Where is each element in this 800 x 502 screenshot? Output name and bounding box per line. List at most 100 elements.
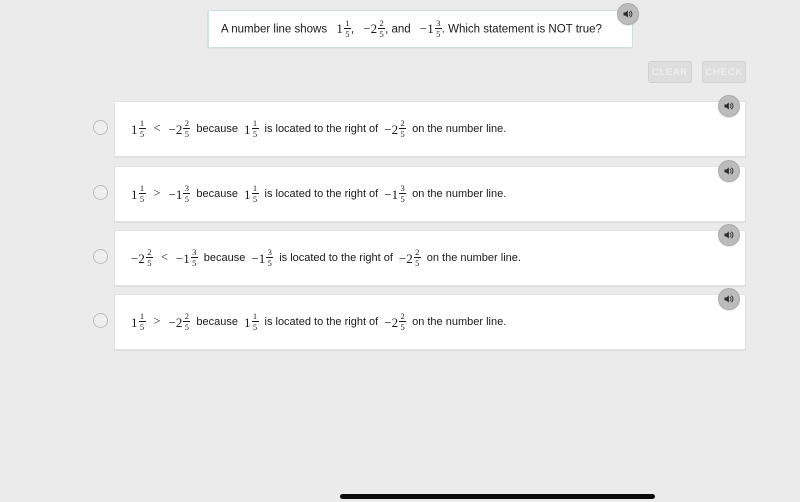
option-c-tail-text: on the number line.	[426, 251, 521, 264]
option-a-text: 1 1 5 < −2 2 5 because 1 1 5 is located …	[131, 118, 509, 139]
option-b-middle-text: is located to the right of	[264, 187, 379, 200]
numerator: 1	[139, 118, 145, 128]
fraction: 2 5	[183, 118, 191, 138]
option-d-object-number: −2 2 5	[384, 311, 407, 332]
question-suffix: . Which statement is NOT true?	[441, 23, 602, 36]
whole: 1	[175, 186, 183, 202]
question-number-3-fraction: 3 5	[434, 18, 442, 39]
fraction: 3 5	[183, 183, 191, 203]
answer-option-b[interactable]: 1 1 5 > −1 3 5 because 1 1 5 is located …	[88, 160, 748, 222]
fraction: 3 5	[266, 248, 274, 267]
fraction: 2 5	[183, 312, 191, 332]
option-card-d[interactable]: 1 1 5 > −2 2 5 because 1 1 5 is located …	[114, 294, 746, 350]
clear-button[interactable]: CLEAR	[648, 61, 692, 83]
speaker-icon-option-b[interactable]	[718, 160, 740, 182]
sign: −	[384, 121, 392, 137]
speaker-icon-option-c[interactable]	[718, 224, 740, 246]
sign: −	[175, 250, 184, 266]
whole: 1	[391, 186, 399, 202]
question-number-1: 1 1 5	[336, 19, 351, 39]
option-b-subject-number: 1 1 5	[244, 184, 259, 204]
denominator: 5	[379, 28, 384, 39]
radio-button-option-c[interactable]	[93, 249, 108, 264]
denominator: 5	[147, 257, 152, 268]
option-c-middle-text: is located to the right of	[279, 251, 393, 264]
fraction: 1 5	[251, 118, 259, 139]
whole: 1	[183, 250, 190, 266]
option-c-because: because	[203, 251, 246, 264]
question-number-1-whole: 1	[336, 20, 343, 36]
radio-button-option-b[interactable]	[93, 185, 108, 200]
sign: −	[168, 314, 176, 330]
whole: 2	[391, 121, 399, 137]
numerator: 3	[184, 183, 190, 193]
whole: 2	[406, 250, 413, 266]
speaker-icon-option-a[interactable]	[718, 95, 740, 117]
option-card-c[interactable]: −2 2 5 < −1 3 5 because − 1 3 5 is locat…	[114, 230, 746, 286]
fraction: 2 5	[399, 118, 407, 138]
horizontal-scrollbar-thumb[interactable]	[340, 494, 655, 499]
whole: 1	[244, 186, 251, 202]
denominator: 5	[400, 321, 405, 332]
sign: −	[384, 314, 392, 330]
numerator: 2	[400, 311, 405, 321]
sign: −	[398, 250, 407, 266]
option-card-b[interactable]: 1 1 5 > −1 3 5 because 1 1 5 is located …	[114, 166, 746, 222]
numerator: 2	[400, 118, 405, 128]
option-a-because: because	[196, 122, 238, 135]
fraction: 1 5	[138, 118, 146, 138]
option-b-text: 1 1 5 > −1 3 5 because 1 1 5 is located …	[131, 183, 509, 204]
option-card-a[interactable]: 1 1 5 < −2 2 5 because 1 1 5 is located …	[114, 101, 746, 157]
answer-option-d[interactable]: 1 1 5 > −2 2 5 because 1 1 5 is located …	[88, 288, 748, 350]
denominator: 5	[400, 193, 405, 204]
denominator: 5	[252, 128, 258, 139]
denominator: 5	[436, 28, 441, 39]
answer-option-a[interactable]: 1 1 5 < −2 2 5 because 1 1 5 is located …	[88, 95, 748, 157]
check-button[interactable]: CHECK	[702, 61, 746, 83]
question-separator-1: ,	[350, 23, 355, 36]
radio-button-option-a[interactable]	[93, 120, 108, 135]
option-a-object-number: −2 2 5	[384, 118, 407, 139]
question-number-2-sign: −	[363, 20, 371, 36]
option-b-left-number: 1 1 5	[131, 184, 146, 204]
question-number-2-fraction: 2 5	[378, 19, 386, 39]
denominator: 5	[184, 321, 190, 332]
whole: 2	[138, 250, 145, 266]
fraction: 3 5	[399, 184, 407, 204]
option-a-middle-text: is located to the right of	[264, 122, 379, 135]
whole: 1	[244, 314, 251, 330]
option-c-operator: <	[160, 249, 168, 264]
whole: 2	[175, 314, 183, 330]
option-a-operator: <	[153, 120, 161, 135]
option-a-subject-number: 1 1 5	[244, 118, 259, 139]
fraction: 2 5	[145, 248, 153, 268]
denominator: 5	[139, 321, 145, 332]
denominator: 5	[415, 257, 420, 268]
numerator: 1	[139, 311, 145, 321]
fraction: 1 5	[138, 184, 146, 204]
numerator: 2	[415, 247, 420, 257]
numerator: 2	[184, 118, 190, 128]
question-separator-2: , and	[385, 23, 411, 36]
numerator: 3	[436, 18, 441, 28]
answer-option-c[interactable]: −2 2 5 < −1 3 5 because − 1 3 5 is locat…	[88, 224, 748, 286]
option-b-because: because	[196, 187, 238, 200]
quiz-page: A number line shows 1 1 5 , −2 2 5 , and	[0, 0, 800, 502]
denominator: 5	[252, 321, 258, 332]
denominator: 5	[345, 28, 350, 39]
numerator: 1	[252, 118, 258, 128]
horizontal-scrollbar-track[interactable]	[0, 489, 800, 502]
option-b-right-number: −1 3 5	[169, 183, 191, 204]
option-a-left-number: 1 1 5	[131, 118, 146, 139]
question-number-3-whole: 1	[427, 20, 434, 36]
denominator: 5	[139, 193, 145, 204]
fraction: 1 5	[251, 184, 259, 203]
option-d-operator: >	[153, 313, 161, 328]
radio-button-option-d[interactable]	[93, 313, 108, 328]
option-c-object-number: −2 2 5	[398, 247, 421, 268]
speaker-icon-option-d[interactable]	[718, 288, 740, 310]
option-d-text: 1 1 5 > −2 2 5 because 1 1 5 is located …	[131, 311, 509, 332]
speaker-icon-question[interactable]	[617, 3, 639, 25]
option-c-subject-number: −1 3 5	[251, 248, 274, 268]
sign: −	[384, 186, 392, 202]
